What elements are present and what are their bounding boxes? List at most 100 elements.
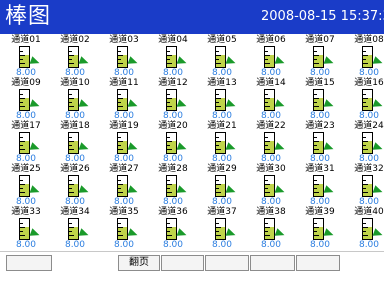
channel-tile: 通道38 8.00: [249, 207, 298, 250]
bar-tick: [314, 59, 317, 60]
bar-tick: [314, 94, 317, 95]
bar-tick: [216, 63, 221, 64]
channel-value: 8.00: [211, 240, 233, 250]
alarm-marker-icon: [29, 56, 41, 67]
toolbar-button-blank-1[interactable]: [6, 255, 52, 271]
alarm-marker-icon: [372, 185, 384, 196]
channel-tile: 通道33 8.00: [4, 207, 53, 250]
channel-tile: 通道01 8.00: [4, 35, 53, 78]
bar-tick: [314, 51, 317, 52]
channel-tile: 通道15 8.00: [298, 78, 347, 121]
bar-tick: [69, 106, 74, 107]
bar-tick: [118, 137, 121, 138]
bar-tick: [118, 63, 123, 64]
bar-tick: [216, 231, 219, 232]
alarm-marker-icon: [78, 228, 90, 239]
bar-gauge: [68, 218, 79, 240]
bar-tick: [314, 98, 319, 99]
bar-tick: [167, 55, 172, 56]
channel-label: 通道16: [354, 78, 384, 88]
channel-label: 通道31: [305, 164, 335, 174]
bar-fill: [363, 140, 372, 153]
bar-tick: [314, 223, 317, 224]
bar-tick: [216, 227, 221, 228]
page-title: 棒图: [5, 4, 52, 29]
bar-tick: [69, 180, 72, 181]
bar-tick: [216, 59, 219, 60]
bar-gauge: [166, 89, 177, 111]
channel-tile: 通道14 8.00: [249, 78, 298, 121]
bar-tick: [265, 106, 270, 107]
bar-tick: [167, 63, 172, 64]
channel-label: 通道08: [354, 35, 384, 45]
channel-value: 8.00: [358, 197, 380, 207]
bar-tick: [216, 106, 221, 107]
channel-label: 通道01: [11, 35, 41, 45]
channel-value: 8.00: [162, 197, 184, 207]
bar-fill: [265, 226, 274, 239]
bar-tick: [363, 184, 368, 185]
alarm-marker-icon: [372, 99, 384, 110]
bar-tick: [216, 145, 219, 146]
bar-tick: [314, 149, 319, 150]
alarm-marker-icon: [127, 56, 139, 67]
bar-gauge: [313, 89, 324, 111]
channel-value: 8.00: [113, 240, 135, 250]
bar-gauge: [313, 132, 324, 154]
bar-fill: [265, 140, 274, 153]
channel-tile: 通道16 8.00: [347, 78, 384, 121]
channel-label: 通道19: [109, 121, 139, 131]
channel-label: 通道06: [256, 35, 286, 45]
alarm-marker-icon: [225, 228, 237, 239]
channel-value: 8.00: [113, 68, 135, 78]
channel-label: 通道20: [158, 121, 188, 131]
page-flip-button[interactable]: 翻页: [118, 255, 160, 271]
bar-tick: [69, 188, 72, 189]
bar-tick: [314, 192, 319, 193]
bar-tick: [167, 137, 170, 138]
alarm-marker-icon: [372, 142, 384, 153]
channel-value: 8.00: [64, 240, 86, 250]
channel-label: 通道24: [354, 121, 384, 131]
toolbar-button-blank-4[interactable]: [250, 255, 295, 271]
channel-tile: 通道30 8.00: [249, 164, 298, 207]
toolbar-button-blank-3[interactable]: [205, 255, 249, 271]
alarm-marker-icon: [323, 142, 335, 153]
bar-fill: [20, 183, 29, 196]
bar-tick: [118, 223, 121, 224]
bar-tick: [20, 137, 23, 138]
alarm-marker-icon: [225, 56, 237, 67]
channel-value: 8.00: [211, 154, 233, 164]
bar-tick: [20, 149, 25, 150]
bar-gauge: [362, 89, 373, 111]
bar-tick: [265, 227, 270, 228]
bar-tick: [363, 235, 368, 236]
bar-tick: [69, 98, 74, 99]
bar-tick: [216, 149, 221, 150]
bar-gauge: [264, 218, 275, 240]
toolbar-button-blank-5[interactable]: [296, 255, 340, 271]
bar-tick: [265, 235, 270, 236]
channel-label: 通道38: [256, 207, 286, 217]
channel-label: 通道14: [256, 78, 286, 88]
channel-value: 8.00: [113, 111, 135, 121]
channel-tile: 通道40 8.00: [347, 207, 384, 250]
channel-label: 通道07: [305, 35, 335, 45]
toolbar-button-blank-2[interactable]: [161, 255, 204, 271]
bar-tick: [118, 98, 123, 99]
bar-tick: [118, 106, 123, 107]
bar-gauge: [19, 46, 30, 68]
channel-tile: 通道39 8.00: [298, 207, 347, 250]
channel-value: 8.00: [358, 240, 380, 250]
bar-tick: [20, 227, 25, 228]
channel-value: 8.00: [309, 68, 331, 78]
channel-label: 通道21: [207, 121, 237, 131]
channel-value: 8.00: [260, 197, 282, 207]
channel-label: 通道29: [207, 164, 237, 174]
bar-fill: [118, 140, 127, 153]
bar-tick: [216, 192, 221, 193]
bar-tick: [167, 180, 170, 181]
bar-fill: [265, 54, 274, 67]
channel-label: 通道11: [109, 78, 139, 88]
channel-label: 通道34: [60, 207, 90, 217]
